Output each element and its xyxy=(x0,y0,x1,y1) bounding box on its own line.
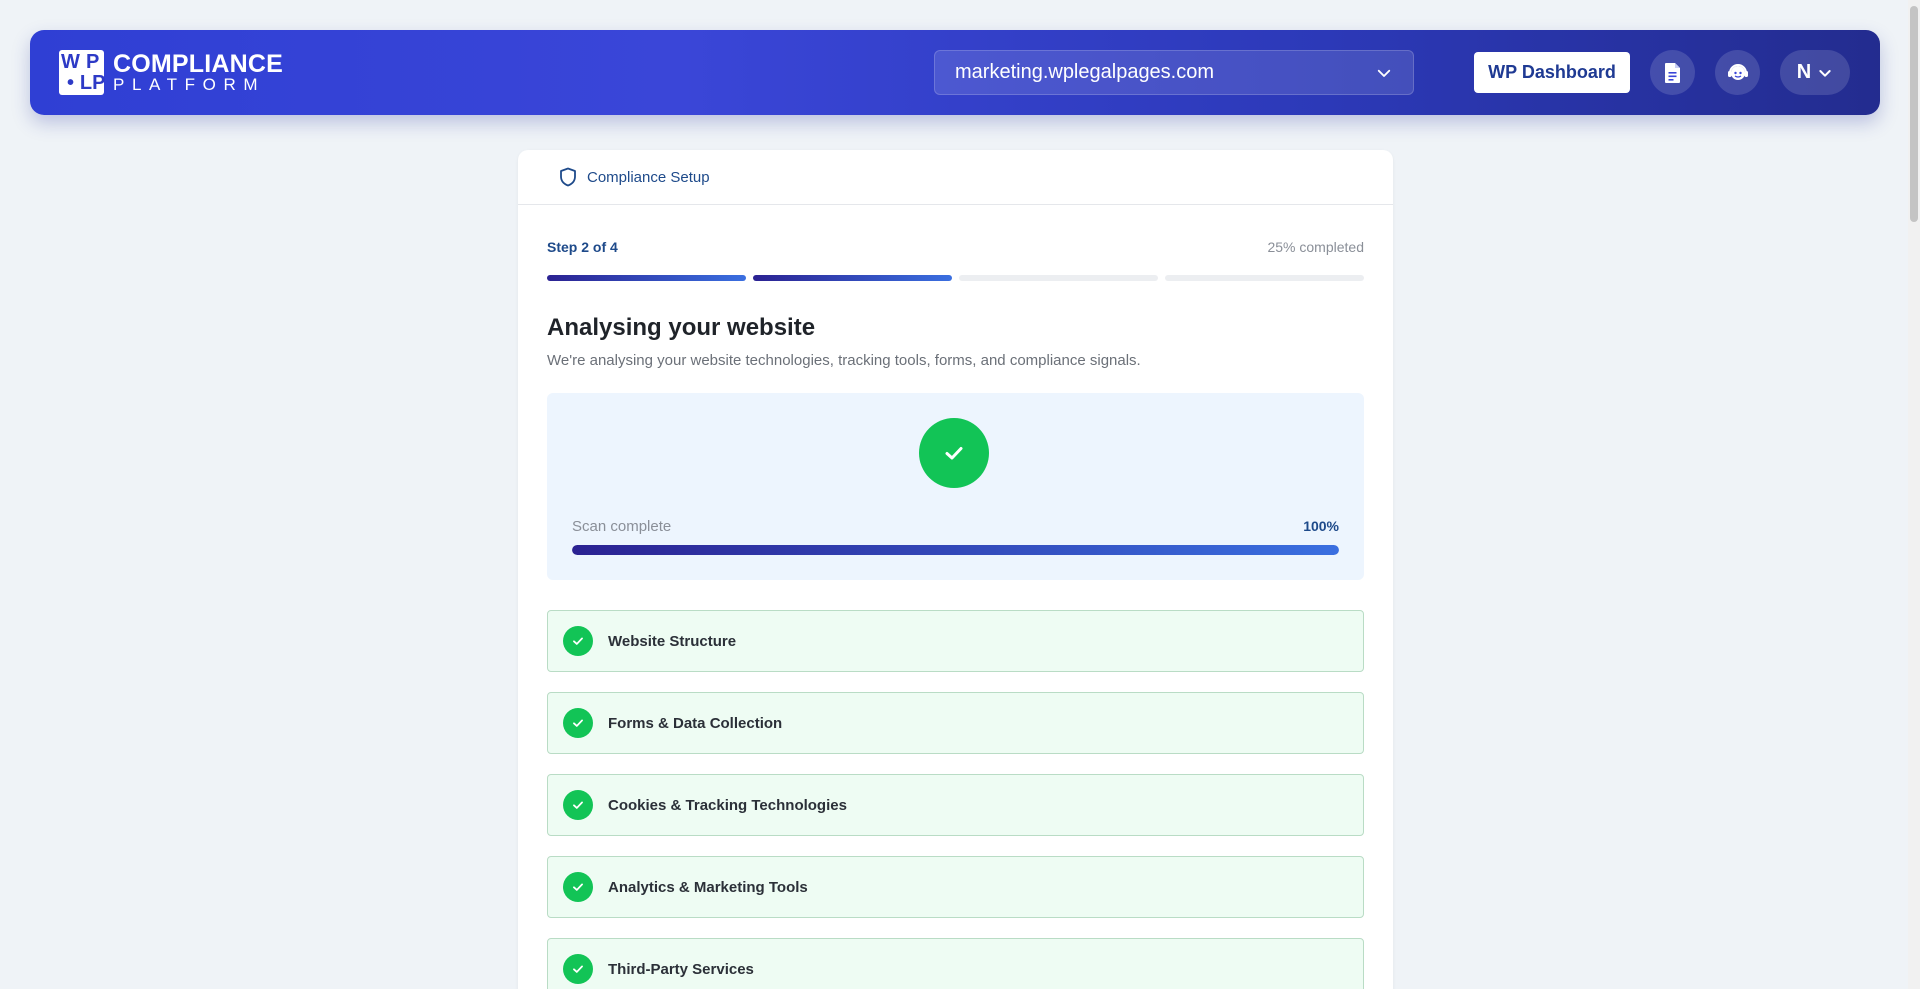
card-header-title: Compliance Setup xyxy=(587,168,710,186)
wp-dashboard-button[interactable]: WP Dashboard xyxy=(1474,52,1630,93)
checkmark-icon xyxy=(945,447,963,460)
setup-card: Compliance Setup Step 2 of 4 25% complet… xyxy=(518,150,1393,989)
page: W P • LP COMPLIANCE PLATFORM marketing.wple… xyxy=(0,0,1920,989)
scan-complete-badge xyxy=(919,418,989,488)
scrollbar-thumb[interactable] xyxy=(1910,6,1918,222)
support-agent-icon xyxy=(1727,63,1748,80)
step-segment xyxy=(1165,275,1364,281)
logo-text: COMPLIANCE PLATFORM xyxy=(113,49,284,94)
step-segment xyxy=(959,275,1158,281)
site-selector[interactable]: marketing.wplegalpages.com xyxy=(934,50,1414,95)
checkmark-icon xyxy=(573,719,583,727)
step-row: Step 2 of 4 25% completed xyxy=(547,237,1364,257)
page-subtitle: We're analysing your website technologie… xyxy=(547,352,1141,369)
scan-status-panel: Scan complete 100% xyxy=(547,393,1364,580)
check-circle-icon xyxy=(563,872,593,902)
check-circle-icon xyxy=(563,626,593,656)
documents-button[interactable] xyxy=(1650,50,1695,95)
logo-mark: W P • LP xyxy=(59,50,106,95)
checklist-item: Third-Party Services xyxy=(547,938,1364,989)
page-scrollbar[interactable] xyxy=(1908,0,1920,989)
step-progress xyxy=(547,275,1364,281)
checklist-item-label: Forms & Data Collection xyxy=(608,714,783,732)
page-title: Analysing your website xyxy=(547,314,816,341)
chevron-down-icon xyxy=(1819,69,1831,77)
checkmark-icon xyxy=(573,801,583,809)
step-segment xyxy=(753,275,952,281)
step-segment xyxy=(547,275,746,281)
check-circle-icon xyxy=(563,790,593,820)
checkmark-icon xyxy=(573,965,583,973)
scan-progress-fill xyxy=(572,545,1339,555)
card-body: Step 2 of 4 25% completed Analysing your… xyxy=(518,237,1393,989)
scan-progress-bar xyxy=(572,545,1339,555)
card-header: Compliance Setup xyxy=(518,150,1393,205)
scan-checklist: Website Structure Forms & Data Collection… xyxy=(547,610,1364,989)
checklist-item: Cookies & Tracking Technologies xyxy=(547,774,1364,836)
avatar: N xyxy=(1796,61,1812,83)
shield-icon xyxy=(560,167,576,187)
check-circle-icon xyxy=(563,954,593,984)
checklist-item: Forms & Data Collection xyxy=(547,692,1364,754)
checkmark-icon xyxy=(573,637,583,645)
checklist-item-label: Analytics & Marketing Tools xyxy=(608,878,808,896)
checklist-item: Analytics & Marketing Tools xyxy=(547,856,1364,918)
site-selector-value: marketing.wplegalpages.com xyxy=(955,61,1215,83)
support-button[interactable] xyxy=(1715,50,1760,95)
scan-status-label: Scan complete xyxy=(572,518,672,535)
checkmark-icon xyxy=(573,883,583,891)
chevron-down-icon xyxy=(1377,69,1391,77)
document-icon xyxy=(1664,62,1680,83)
checklist-item-label: Cookies & Tracking Technologies xyxy=(608,796,847,814)
scan-percent: 100% xyxy=(1303,518,1339,534)
logo-line1: COMPLIANCE xyxy=(113,49,284,78)
checklist-item-label: Third-Party Services xyxy=(608,960,754,978)
logo[interactable]: W P • LP COMPLIANCE PLATFORM xyxy=(59,50,283,95)
step-label: Step 2 of 4 xyxy=(547,239,618,255)
checklist-item: Website Structure xyxy=(547,610,1364,672)
check-circle-icon xyxy=(563,708,593,738)
progress-label: 25% completed xyxy=(1267,239,1364,255)
checklist-item-label: Website Structure xyxy=(608,632,737,650)
logo-line2: PLATFORM xyxy=(113,74,266,94)
user-menu[interactable]: N xyxy=(1780,50,1850,95)
top-header: W P • LP COMPLIANCE PLATFORM marketing.wple… xyxy=(30,30,1880,115)
